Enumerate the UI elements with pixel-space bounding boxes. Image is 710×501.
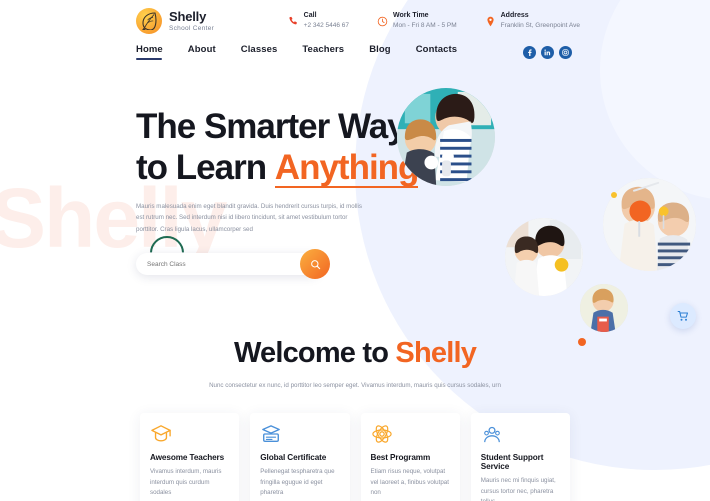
linkedin-icon[interactable] — [541, 45, 554, 59]
feature-card[interactable]: Awesome Teachers Vivamus interdum, mauri… — [140, 412, 240, 501]
clock-icon — [377, 14, 388, 27]
nav-item-teachers[interactable]: Teachers — [302, 44, 344, 60]
search-input[interactable] — [147, 260, 291, 268]
instagram-icon[interactable] — [559, 45, 572, 59]
welcome-heading: Welcome to Shelly — [0, 337, 710, 370]
contact-title: Call — [303, 11, 317, 19]
feature-text: Pellenegat tespharetra que fringilla egu… — [260, 467, 335, 497]
feature-text: Etiam risus neque, volutpat vel laoreet … — [370, 467, 449, 497]
hero-photo-collage — [355, 60, 710, 346]
main-nav: Home About Classes Teachers Blog Contact… — [136, 44, 457, 60]
feature-card[interactable]: Student Support Service Mauris nec mi fi… — [470, 412, 570, 501]
welcome-heading-highlight: Shelly — [395, 337, 477, 369]
photo-teacher-and-girl — [397, 88, 495, 186]
shopping-cart-button[interactable] — [670, 303, 696, 329]
hero-heading-line2-plain: to Learn — [136, 148, 275, 188]
feature-text: Vivamus interdum, mauris interdum quis c… — [150, 467, 222, 497]
contact-title: Work Time — [393, 11, 429, 19]
feature-card[interactable]: Global Certificate Pellenegat tespharetr… — [250, 412, 350, 501]
atom-icon — [371, 424, 450, 446]
photo-girl-small — [580, 284, 628, 332]
feature-title: Awesome Teachers — [150, 452, 225, 462]
facebook-icon[interactable] — [523, 45, 536, 59]
hero-search — [136, 236, 330, 279]
leaf-icon — [136, 8, 162, 34]
nav-item-blog[interactable]: Blog — [369, 44, 391, 60]
photo-two-kids — [505, 218, 583, 296]
feature-cards: Awesome Teachers Vivamus interdum, mauri… — [0, 412, 710, 501]
nav-item-contacts[interactable]: Contacts — [416, 44, 457, 60]
feature-text: Mauris nec mi finquis ugiat, cursus tort… — [480, 476, 556, 501]
social-links — [523, 45, 690, 59]
feature-title: Best Programm — [370, 452, 431, 462]
contact-work-time: Work Time Mon - Fri 8 AM - 5 PM — [377, 12, 457, 30]
feature-title: Student Support Service — [480, 452, 544, 471]
shopping-cart-icon — [677, 310, 689, 321]
welcome-heading-plain: Welcome to — [233, 337, 396, 369]
contact-address: Address Franklin St, Greenpoint Ave — [485, 12, 580, 30]
graduation-cap-icon — [150, 424, 229, 446]
top-bar: Shelly School Center Call +2 342 5446 67… — [0, 0, 710, 40]
nav-item-classes[interactable]: Classes — [241, 44, 278, 60]
contact-value: +2 342 5446 67 — [303, 22, 350, 30]
contact-value: Mon - Fri 8 AM - 5 PM — [393, 22, 457, 30]
contact-value: Franklin St, Greenpoint Ave — [500, 22, 580, 30]
contact-call: Call +2 342 5446 67 — [288, 12, 349, 30]
contact-title: Address — [500, 11, 529, 19]
feature-title: Global Certificate — [260, 452, 327, 462]
main-navigation-bar: Home About Classes Teachers Blog Contact… — [0, 40, 710, 60]
location-pin-icon — [485, 14, 496, 27]
hero-paragraph: Mauris malesuada enim eget blandit gravi… — [136, 202, 362, 233]
nav-item-home[interactable]: Home — [136, 44, 163, 60]
welcome-section: Welcome to Shelly Nunc consectetur ex nu… — [0, 337, 710, 392]
feature-card[interactable]: Best Programm Etiam risus neque, volutpa… — [360, 412, 460, 501]
photo-kids-with-lollipops — [603, 178, 696, 271]
search-button[interactable] — [300, 249, 330, 279]
search-box[interactable] — [136, 249, 330, 279]
phone-icon — [288, 14, 299, 25]
welcome-paragraph: Nunc consectetur ex nunc, id porttitor l… — [209, 382, 501, 389]
support-gear-icon — [481, 424, 560, 446]
logo[interactable]: Shelly School Center — [136, 8, 214, 34]
decorative-dot-yellow — [611, 192, 617, 198]
logo-tagline: School Center — [169, 25, 215, 33]
header-contacts: Call +2 342 5446 67 Work Time Mon - Fri … — [288, 12, 690, 30]
logo-name: Shelly — [169, 8, 207, 24]
search-icon — [310, 259, 320, 269]
nav-item-about[interactable]: About — [188, 44, 216, 60]
certificate-icon — [260, 424, 339, 446]
